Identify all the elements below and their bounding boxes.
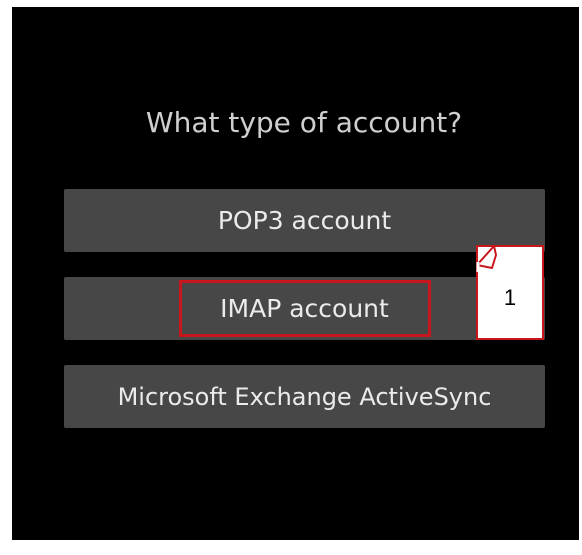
pop3-account-label: POP3 account bbox=[217, 206, 392, 235]
account-type-title: What type of account? bbox=[145, 106, 463, 139]
step-number: 1 bbox=[503, 285, 517, 310]
pop3-account-button[interactable]: POP3 account bbox=[64, 189, 545, 252]
exchange-activesync-button[interactable]: Microsoft Exchange ActiveSync bbox=[64, 365, 545, 428]
exchange-activesync-label: Microsoft Exchange ActiveSync bbox=[117, 382, 492, 411]
imap-highlight-box bbox=[179, 280, 431, 337]
screenshot-frame: What type of account? POP3 account IMAP … bbox=[0, 0, 582, 555]
